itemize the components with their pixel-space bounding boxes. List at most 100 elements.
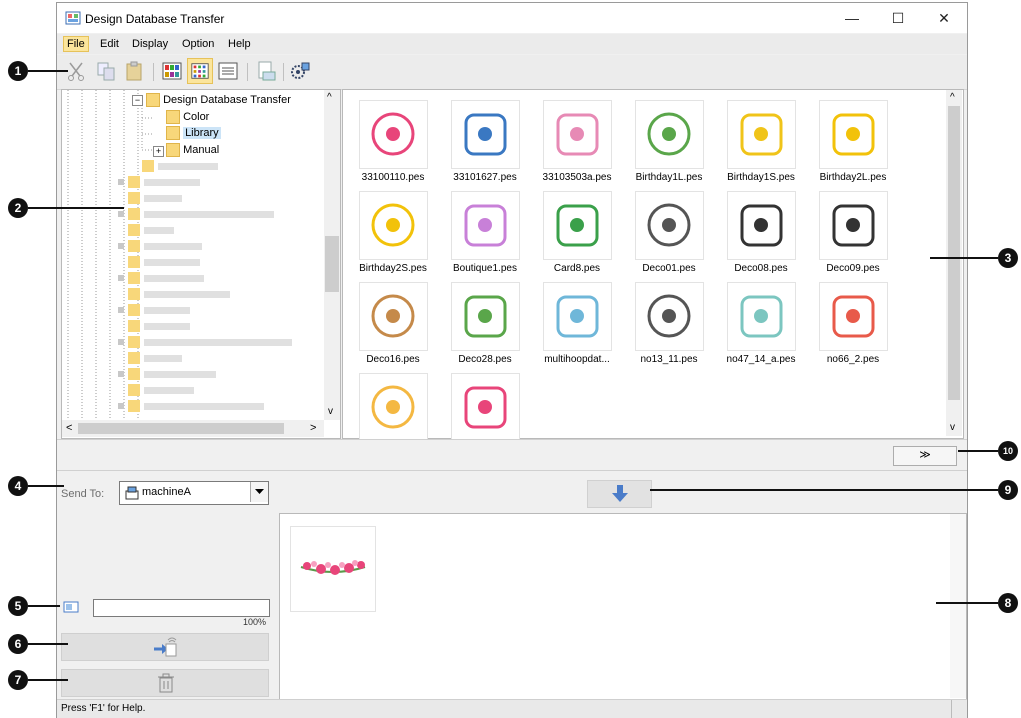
thumbnail-image [819, 100, 888, 169]
scroll-right-arrow[interactable]: > [310, 422, 316, 434]
design-thumbnail[interactable]: Deco01.pes [623, 191, 715, 279]
embroidery-design-icon [556, 204, 599, 247]
folder-tree[interactable]: − Design Database Transfer Color Library… [61, 89, 341, 439]
design-thumbnail[interactable]: multihoopdat... [531, 282, 623, 370]
embroidery-design-icon [464, 113, 507, 156]
cut-icon[interactable] [65, 60, 87, 82]
details-view-icon[interactable] [217, 60, 239, 82]
thumbnail-image [359, 191, 428, 260]
embroidery-design-icon [371, 112, 415, 156]
send-to-value: machineA [142, 486, 191, 498]
callout-2: 2 [8, 198, 28, 218]
thumbnail-label: Birthday1S.pes [727, 172, 795, 183]
transfer-progress-bar [93, 599, 270, 617]
tree-item-color[interactable]: Color [166, 110, 209, 124]
print-preview-icon[interactable] [255, 60, 277, 82]
tree-hscroll-thumb[interactable] [78, 423, 284, 434]
callout-8: 8 [998, 593, 1018, 613]
tree-item-root[interactable]: Design Database Transfer [146, 93, 291, 107]
menu-file[interactable]: File [63, 36, 89, 52]
design-thumbnail[interactable]: Deco09.pes [807, 191, 899, 279]
menu-edit[interactable]: Edit [97, 37, 122, 51]
design-thumbnail[interactable]: Birthday1L.pes [623, 100, 715, 188]
callout-10: 10 [998, 441, 1018, 461]
paste-icon[interactable] [123, 60, 145, 82]
thumbnail-image [727, 282, 796, 351]
design-thumbnail[interactable]: Deco16.pes [347, 282, 439, 370]
toolbar-separator [283, 63, 284, 81]
thumbnail-label: Deco08.pes [734, 263, 788, 274]
tree-expand-toggle[interactable]: + [153, 146, 164, 157]
transfer-queue-pane[interactable] [279, 513, 967, 701]
callout-line [936, 602, 998, 604]
dropdown-arrow-icon[interactable] [250, 482, 268, 502]
design-thumbnail[interactable]: 33103503a.pes [531, 100, 623, 188]
design-thumbnail[interactable]: Birthday2L.pes [807, 100, 899, 188]
menu-option[interactable]: Option [179, 37, 217, 51]
design-thumbnail[interactable]: 33101627.pes [439, 100, 531, 188]
scroll-up-arrow[interactable]: ^ [950, 92, 955, 103]
medium-thumbnails-icon [191, 63, 209, 79]
embroidery-design-icon [556, 295, 599, 338]
title-bar: Design Database Transfer — ☐ ✕ [57, 3, 967, 33]
thumbnail-image [635, 100, 704, 169]
thumbnail-label: no13_11.pes [640, 354, 698, 365]
thumbnail-grid: 33100110.pes 33101627.pes 33103503a.pes Bir… [343, 90, 943, 442]
window-title: Design Database Transfer [85, 12, 225, 26]
tree-collapse-toggle[interactable]: − [132, 95, 143, 106]
queued-design-thumbnail[interactable] [290, 526, 376, 612]
status-bar: Press 'F1' for Help. [57, 699, 967, 718]
callout-7: 7 [8, 670, 28, 690]
tree-horizontal-scrollbar[interactable]: < > [62, 420, 324, 437]
thumbnail-label: Deco01.pes [642, 263, 696, 274]
callout-line [930, 257, 998, 259]
design-thumbnail[interactable]: Card8.pes [531, 191, 623, 279]
expand-pane-button[interactable]: ≫ [893, 446, 957, 466]
thumbnail-label: Card8.pes [553, 263, 601, 274]
callout-line [28, 679, 68, 681]
send-button[interactable] [61, 633, 269, 661]
scroll-down-arrow[interactable]: v [950, 422, 955, 433]
delete-button[interactable] [61, 669, 269, 697]
thumbs-scroll-thumb[interactable] [948, 106, 960, 400]
folder-icon [166, 143, 180, 157]
thumbnail-image [819, 282, 888, 351]
menu-help[interactable]: Help [225, 37, 254, 51]
tree-scroll-thumb[interactable] [325, 236, 339, 292]
medium-thumbnails-button[interactable] [187, 58, 213, 84]
menu-display[interactable]: Display [129, 37, 171, 51]
app-icon [65, 11, 81, 25]
copy-icon[interactable] [95, 60, 117, 82]
send-to-label: Send To: [61, 488, 105, 500]
scroll-up-arrow[interactable]: ^ [327, 92, 332, 103]
design-thumbnail[interactable]: Boutique1.pes [439, 191, 531, 279]
queue-scrollbar-track [950, 514, 966, 698]
design-thumbnail[interactable]: Deco08.pes [715, 191, 807, 279]
design-thumbnail[interactable]: no66_2.pes [807, 282, 899, 370]
scroll-left-arrow[interactable]: < [66, 422, 72, 434]
design-thumbnails-pane[interactable]: 33100110.pes 33101627.pes 33103503a.pes Bir… [342, 89, 964, 442]
design-thumbnail[interactable]: Birthday2S.pes [347, 191, 439, 279]
embroidery-design-icon [832, 113, 875, 156]
thumbnail-image [543, 282, 612, 351]
minimize-button[interactable]: — [829, 3, 875, 33]
thumbnail-label: Boutique1.pes [453, 263, 517, 274]
large-thumbnails-icon[interactable] [161, 60, 183, 82]
tree-vertical-scrollbar[interactable]: ^ v [324, 90, 340, 420]
machine-settings-icon[interactable] [289, 60, 311, 82]
design-thumbnail[interactable]: 33100110.pes [347, 100, 439, 188]
scroll-down-arrow[interactable]: v [328, 406, 333, 417]
design-thumbnail[interactable]: no13_11.pes [623, 282, 715, 370]
tree-item-library[interactable]: Library [166, 126, 221, 140]
tree-item-manual[interactable]: Manual [166, 143, 219, 157]
design-thumbnail[interactable]: Birthday1S.pes [715, 100, 807, 188]
design-thumbnail[interactable]: no47_14_a.pes [715, 282, 807, 370]
embroidery-design-icon [371, 385, 415, 429]
thumbs-vertical-scrollbar[interactable]: ^ v [946, 90, 962, 436]
design-thumbnail[interactable]: Deco28.pes [439, 282, 531, 370]
send-to-select[interactable]: machineA [119, 481, 269, 505]
add-to-transfer-button[interactable] [587, 480, 652, 508]
thumbnail-image [451, 282, 520, 351]
close-button[interactable]: ✕ [921, 3, 967, 33]
maximize-button[interactable]: ☐ [875, 3, 921, 33]
